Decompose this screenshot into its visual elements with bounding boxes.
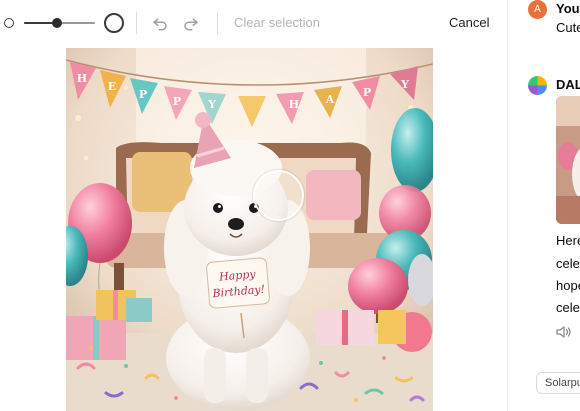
brush-size-small-icon [4, 18, 14, 28]
assistant-reply-line: celel [556, 300, 580, 315]
svg-text:E: E [108, 80, 116, 93]
svg-text:Y: Y [207, 98, 216, 111]
generated-image-thumbnail[interactable] [556, 96, 580, 224]
toolbar-divider [136, 12, 137, 34]
brush-size-large-icon [104, 13, 124, 33]
redo-icon [184, 18, 198, 31]
svg-text:P: P [173, 95, 181, 108]
thumbnail-image [556, 96, 580, 224]
brush-cursor [253, 170, 304, 221]
clear-selection-button[interactable]: Clear selection [234, 15, 320, 30]
cancel-button[interactable]: Cancel [449, 15, 489, 30]
svg-text:P: P [363, 86, 371, 99]
svg-text:H: H [289, 98, 299, 111]
brush-size-slider[interactable] [24, 18, 95, 28]
chat-panel: A You Cute DAL Here celel hope celel Sol… [507, 0, 580, 411]
user-avatar: A [528, 0, 547, 19]
assistant-avatar [528, 76, 547, 95]
redo-button[interactable] [180, 12, 202, 34]
brush-size-slider-thumb[interactable] [52, 18, 62, 28]
svg-text:H: H [77, 72, 87, 85]
assistant-name-label: DAL [556, 77, 580, 92]
image-canvas[interactable]: H E P P Y H A P Y Happy Birthday! [66, 48, 433, 411]
undo-button[interactable] [149, 12, 171, 34]
assistant-reply-line: hope [556, 278, 580, 293]
assistant-reply-line: Here [556, 233, 580, 248]
svg-text:P: P [139, 88, 147, 101]
user-name-label: You [556, 1, 580, 16]
suggestion-chip[interactable]: Solarpun [536, 372, 580, 394]
image-editor: Clear selection Cancel H E P P Y H A P Y… [0, 0, 507, 411]
svg-text:A: A [325, 93, 335, 106]
toolbar-divider [217, 12, 218, 34]
user-message: Cute [556, 20, 580, 35]
assistant-reply-line: celel [556, 256, 580, 271]
editor-toolbar: Clear selection Cancel [0, 0, 507, 46]
birthday-poodle-image: H E P P Y H A P Y Happy Birthday! [66, 48, 433, 411]
speaker-icon[interactable] [556, 325, 572, 339]
undo-icon [153, 18, 167, 31]
svg-text:Y: Y [400, 78, 409, 91]
